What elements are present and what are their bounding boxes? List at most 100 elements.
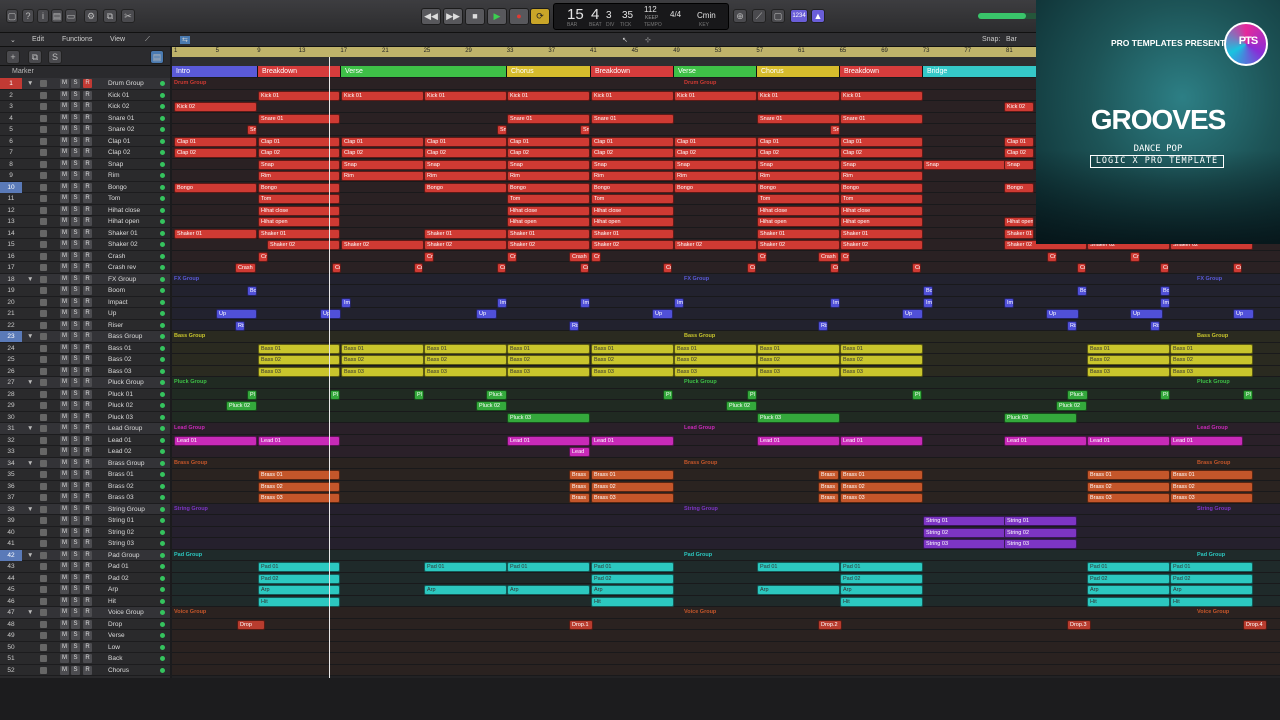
mute-button[interactable]: M [60,332,69,341]
region[interactable]: Snap [424,159,507,170]
region[interactable]: Clap 02 [757,148,840,158]
region[interactable]: Pluck 02 [1056,401,1087,411]
track-header[interactable]: 13 M S R Hihat open [0,216,170,228]
region[interactable]: Brass 02 [591,481,674,492]
region[interactable]: Rim [424,171,507,181]
track-header[interactable]: 44 M S R Pad 02 [0,573,170,584]
region[interactable]: Im [341,297,351,308]
track-lane[interactable] [172,503,1280,515]
region[interactable]: Arp [424,585,507,595]
region[interactable]: Hit [258,596,340,607]
solo-button[interactable]: S [71,240,80,249]
region[interactable]: Clap 02 [840,148,923,158]
region[interactable]: Cr [1130,251,1140,262]
record-enable-button[interactable]: R [83,240,92,249]
region[interactable]: Bass 03 [674,366,757,377]
mute-button[interactable]: M [60,608,69,617]
solo-button[interactable]: S [71,263,80,272]
mute-button[interactable]: M [60,619,69,629]
track-header[interactable]: 14 M S R Shaker 01 [0,228,170,239]
region[interactable]: Bongo [258,182,340,193]
record-enable-button[interactable]: R [83,217,92,226]
region[interactable]: String 03 [923,539,1006,549]
region[interactable]: Bo [923,286,933,296]
record-enable-button[interactable]: R [83,309,92,318]
region[interactable]: Pad 01 [1170,562,1253,572]
flex-icon[interactable]: ⟋ [145,36,150,44]
track-header[interactable]: 9 M S R Rim [0,170,170,182]
mute-button[interactable]: M [60,79,69,88]
track-lane[interactable] [172,319,1280,331]
region[interactable]: Drop.1 [569,619,593,630]
playhead[interactable] [329,57,330,720]
region[interactable]: Brass [818,470,839,480]
section-marker[interactable]: Bridge [923,66,1039,77]
pencil-tool-icon[interactable]: ⊹ [645,36,651,44]
track-header[interactable]: 27 ▼ M S R Pluck Group [0,377,170,389]
region[interactable]: Pl [747,389,757,400]
solo-button[interactable]: S [71,412,80,422]
solo-button[interactable]: S [71,527,80,537]
track-lane[interactable] [172,423,1280,435]
region[interactable]: Up [652,309,673,319]
solo-button[interactable]: S [71,516,80,525]
record-enable-button[interactable]: R [83,401,92,410]
record-enable-button[interactable]: R [83,90,92,100]
record-enable-button[interactable]: R [83,113,92,123]
region[interactable]: Bongo [840,182,923,193]
mute-button[interactable]: M [60,665,69,675]
editors-button[interactable]: ✂ [121,9,135,23]
mute-button[interactable]: M [60,401,69,410]
disclosure-triangle-icon[interactable]: ▼ [27,78,33,89]
region[interactable]: Pad 01 [757,562,840,572]
region[interactable]: Clap 01 [341,136,424,147]
solo-button[interactable]: S [71,148,80,157]
region[interactable]: Kick 02 [174,102,257,112]
region[interactable]: Pad 01 [424,562,507,572]
region[interactable]: Pluck [1067,389,1088,400]
region[interactable]: Bass 03 [1087,366,1170,377]
region[interactable]: Tom [757,194,840,204]
track-lane[interactable] [172,526,1280,538]
section-marker[interactable]: Intro [172,66,258,77]
solo-button[interactable]: S [71,194,80,203]
region[interactable]: Pl [1160,389,1170,400]
region[interactable]: Hihat close [258,205,340,216]
solo-button[interactable]: S [71,424,80,433]
region[interactable]: Snap [258,159,340,170]
record-enable-button[interactable]: R [83,665,92,675]
region[interactable]: Brass 01 [1170,470,1253,480]
region[interactable]: Brass 01 [591,470,674,480]
region[interactable]: Cr [580,263,589,273]
region[interactable]: Kick 01 [341,90,424,101]
region[interactable]: Shaker 01 [174,228,257,239]
track-header[interactable]: 24 M S R Bass 01 [0,343,170,354]
record-enable-button[interactable]: R [83,585,92,594]
region[interactable]: Bass 01 [507,343,590,354]
region[interactable]: Shaker 02 [757,240,840,250]
track-header[interactable]: 48 M S R Drop [0,619,170,630]
region[interactable]: Kick 01 [591,90,674,101]
solo-button[interactable]: S [71,355,80,364]
solo-button[interactable]: S [71,320,80,330]
track-header[interactable]: 1 ▼ M S R Drum Group [0,78,170,90]
record-enable-button[interactable]: R [83,447,92,456]
region[interactable]: Bass 03 [341,366,424,377]
region[interactable]: Shaker 01 [258,228,340,239]
mute-button[interactable]: M [60,217,69,226]
record-enable-button[interactable]: R [83,228,92,238]
region[interactable]: Hihat open [507,217,590,227]
region[interactable]: Sn [497,125,507,135]
region[interactable]: Pluck 03 [507,412,590,423]
mute-button[interactable]: M [60,263,69,272]
track-header[interactable]: 42 ▼ M S R Pad Group [0,549,170,561]
region[interactable]: Brass 02 [1170,481,1253,492]
track-lane[interactable] [172,273,1280,285]
region[interactable]: Clap 01 [174,136,257,147]
region[interactable]: Bass 01 [674,343,757,354]
mute-button[interactable]: M [60,504,69,514]
mute-button[interactable]: M [60,320,69,330]
mute-button[interactable]: M [60,573,69,583]
region[interactable]: Pad 02 [1170,573,1253,584]
region[interactable]: String 01 [1004,516,1077,526]
